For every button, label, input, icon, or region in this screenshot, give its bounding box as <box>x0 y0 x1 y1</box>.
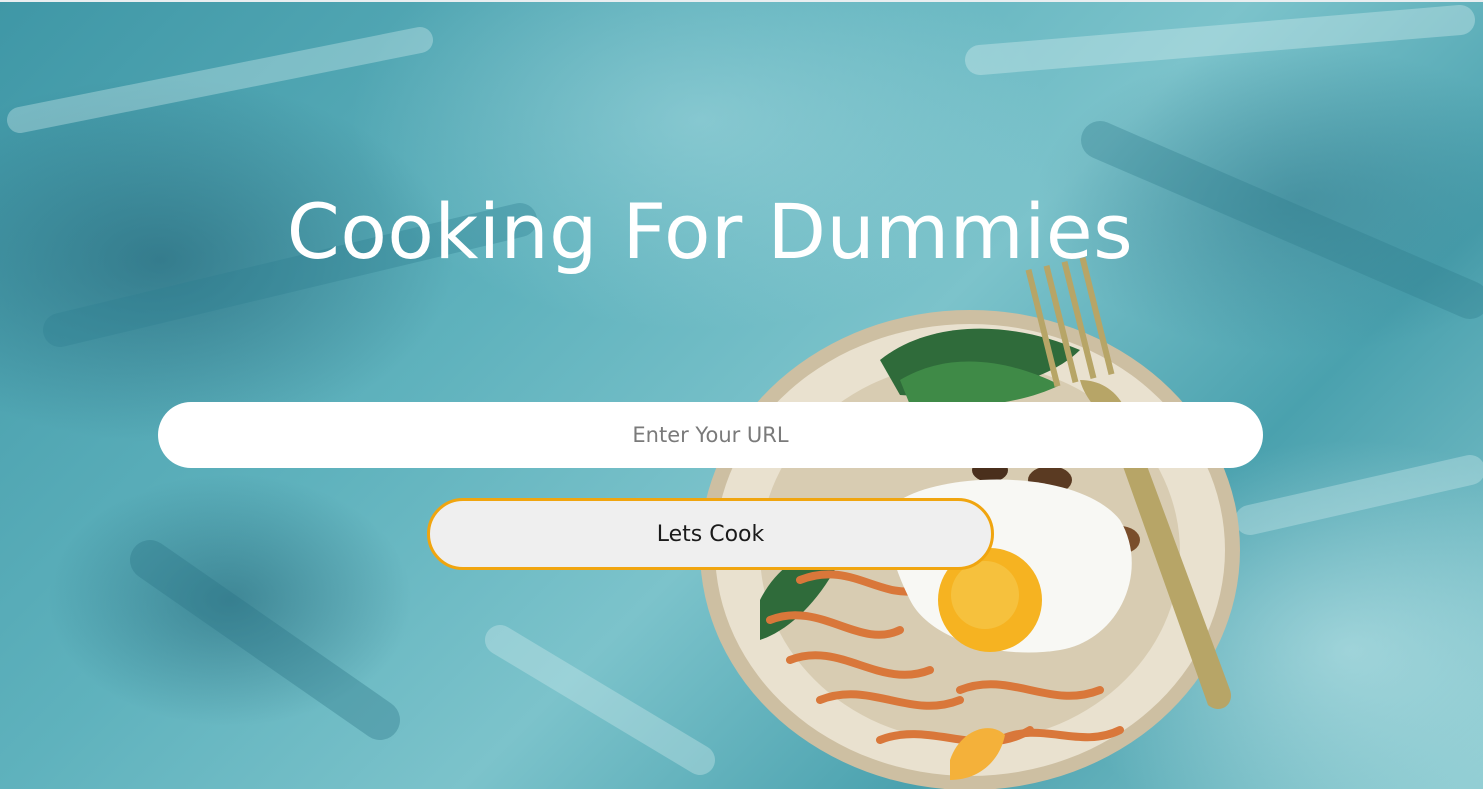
lets-cook-button[interactable]: Lets Cook <box>427 498 994 570</box>
food-bowl-image <box>7 5 1483 789</box>
url-input[interactable] <box>158 402 1263 468</box>
page-title: Cooking For Dummies <box>286 187 1134 276</box>
hero-background: Cooking For Dummies Lets Cook <box>0 0 1483 789</box>
